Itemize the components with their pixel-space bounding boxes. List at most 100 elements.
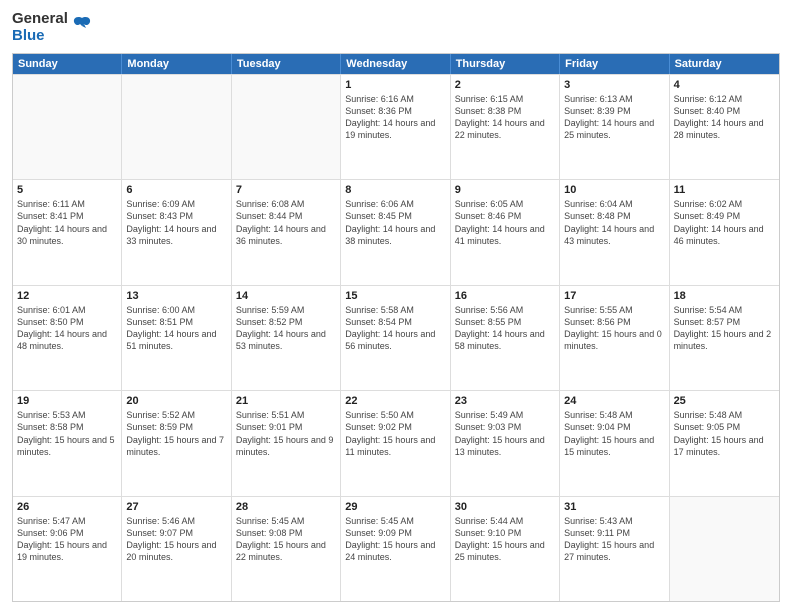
calendar-cell-5-6: 31Sunrise: 5:43 AM Sunset: 9:11 PM Dayli…	[560, 497, 669, 602]
day-number: 4	[674, 78, 775, 92]
day-number: 15	[345, 289, 445, 303]
day-number: 1	[345, 78, 445, 92]
day-info: Sunrise: 6:08 AM Sunset: 8:44 PM Dayligh…	[236, 198, 336, 247]
calendar-week-1: 1Sunrise: 6:16 AM Sunset: 8:36 PM Daylig…	[13, 74, 779, 180]
day-info: Sunrise: 5:55 AM Sunset: 8:56 PM Dayligh…	[564, 304, 664, 353]
calendar-cell-3-6: 17Sunrise: 5:55 AM Sunset: 8:56 PM Dayli…	[560, 286, 669, 391]
calendar-cell-5-7	[670, 497, 779, 602]
day-number: 3	[564, 78, 664, 92]
day-number: 22	[345, 394, 445, 408]
day-info: Sunrise: 5:48 AM Sunset: 9:05 PM Dayligh…	[674, 409, 775, 458]
calendar-cell-2-6: 10Sunrise: 6:04 AM Sunset: 8:48 PM Dayli…	[560, 180, 669, 285]
calendar-cell-4-6: 24Sunrise: 5:48 AM Sunset: 9:04 PM Dayli…	[560, 391, 669, 496]
day-number: 29	[345, 500, 445, 514]
day-info: Sunrise: 6:00 AM Sunset: 8:51 PM Dayligh…	[126, 304, 226, 353]
day-info: Sunrise: 6:11 AM Sunset: 8:41 PM Dayligh…	[17, 198, 117, 247]
day-info: Sunrise: 6:06 AM Sunset: 8:45 PM Dayligh…	[345, 198, 445, 247]
day-info: Sunrise: 5:52 AM Sunset: 8:59 PM Dayligh…	[126, 409, 226, 458]
calendar-cell-1-2	[122, 75, 231, 180]
logo: General Blue	[12, 10, 93, 45]
day-number: 11	[674, 183, 775, 197]
calendar-cell-4-5: 23Sunrise: 5:49 AM Sunset: 9:03 PM Dayli…	[451, 391, 560, 496]
day-number: 26	[17, 500, 117, 514]
header-tuesday: Tuesday	[232, 54, 341, 74]
day-info: Sunrise: 5:46 AM Sunset: 9:07 PM Dayligh…	[126, 515, 226, 564]
day-number: 8	[345, 183, 445, 197]
calendar-cell-4-4: 22Sunrise: 5:50 AM Sunset: 9:02 PM Dayli…	[341, 391, 450, 496]
calendar-cell-1-6: 3Sunrise: 6:13 AM Sunset: 8:39 PM Daylig…	[560, 75, 669, 180]
calendar-cell-5-2: 27Sunrise: 5:46 AM Sunset: 9:07 PM Dayli…	[122, 497, 231, 602]
day-number: 5	[17, 183, 117, 197]
day-number: 7	[236, 183, 336, 197]
day-number: 6	[126, 183, 226, 197]
day-info: Sunrise: 5:47 AM Sunset: 9:06 PM Dayligh…	[17, 515, 117, 564]
calendar-week-5: 26Sunrise: 5:47 AM Sunset: 9:06 PM Dayli…	[13, 496, 779, 602]
calendar-cell-2-7: 11Sunrise: 6:02 AM Sunset: 8:49 PM Dayli…	[670, 180, 779, 285]
day-number: 14	[236, 289, 336, 303]
calendar-week-3: 12Sunrise: 6:01 AM Sunset: 8:50 PM Dayli…	[13, 285, 779, 391]
day-info: Sunrise: 5:50 AM Sunset: 9:02 PM Dayligh…	[345, 409, 445, 458]
calendar-cell-2-3: 7Sunrise: 6:08 AM Sunset: 8:44 PM Daylig…	[232, 180, 341, 285]
calendar-cell-2-4: 8Sunrise: 6:06 AM Sunset: 8:45 PM Daylig…	[341, 180, 450, 285]
day-info: Sunrise: 6:16 AM Sunset: 8:36 PM Dayligh…	[345, 93, 445, 142]
day-number: 17	[564, 289, 664, 303]
calendar-cell-1-7: 4Sunrise: 6:12 AM Sunset: 8:40 PM Daylig…	[670, 75, 779, 180]
logo-text: General Blue	[12, 10, 68, 45]
day-number: 28	[236, 500, 336, 514]
day-number: 24	[564, 394, 664, 408]
calendar-cell-4-1: 19Sunrise: 5:53 AM Sunset: 8:58 PM Dayli…	[13, 391, 122, 496]
day-info: Sunrise: 5:49 AM Sunset: 9:03 PM Dayligh…	[455, 409, 555, 458]
logo-blue: Blue	[12, 27, 68, 44]
calendar-cell-1-1	[13, 75, 122, 180]
day-info: Sunrise: 5:43 AM Sunset: 9:11 PM Dayligh…	[564, 515, 664, 564]
day-info: Sunrise: 6:05 AM Sunset: 8:46 PM Dayligh…	[455, 198, 555, 247]
day-number: 2	[455, 78, 555, 92]
day-info: Sunrise: 5:44 AM Sunset: 9:10 PM Dayligh…	[455, 515, 555, 564]
logo-bird-icon	[71, 14, 93, 41]
day-number: 30	[455, 500, 555, 514]
day-info: Sunrise: 6:13 AM Sunset: 8:39 PM Dayligh…	[564, 93, 664, 142]
calendar-cell-5-1: 26Sunrise: 5:47 AM Sunset: 9:06 PM Dayli…	[13, 497, 122, 602]
calendar-cell-4-7: 25Sunrise: 5:48 AM Sunset: 9:05 PM Dayli…	[670, 391, 779, 496]
header-monday: Monday	[122, 54, 231, 74]
page-container: General Blue Sunday Monday Tuesday Wedne…	[0, 0, 792, 612]
day-number: 12	[17, 289, 117, 303]
day-info: Sunrise: 6:15 AM Sunset: 8:38 PM Dayligh…	[455, 93, 555, 142]
header-saturday: Saturday	[670, 54, 779, 74]
day-info: Sunrise: 5:45 AM Sunset: 9:08 PM Dayligh…	[236, 515, 336, 564]
calendar-cell-2-1: 5Sunrise: 6:11 AM Sunset: 8:41 PM Daylig…	[13, 180, 122, 285]
calendar-cell-3-3: 14Sunrise: 5:59 AM Sunset: 8:52 PM Dayli…	[232, 286, 341, 391]
day-info: Sunrise: 5:45 AM Sunset: 9:09 PM Dayligh…	[345, 515, 445, 564]
day-number: 21	[236, 394, 336, 408]
header-wednesday: Wednesday	[341, 54, 450, 74]
day-number: 23	[455, 394, 555, 408]
calendar-cell-5-4: 29Sunrise: 5:45 AM Sunset: 9:09 PM Dayli…	[341, 497, 450, 602]
calendar-cell-5-5: 30Sunrise: 5:44 AM Sunset: 9:10 PM Dayli…	[451, 497, 560, 602]
calendar-body: 1Sunrise: 6:16 AM Sunset: 8:36 PM Daylig…	[13, 74, 779, 602]
day-info: Sunrise: 6:12 AM Sunset: 8:40 PM Dayligh…	[674, 93, 775, 142]
day-info: Sunrise: 5:54 AM Sunset: 8:57 PM Dayligh…	[674, 304, 775, 353]
header-sunday: Sunday	[13, 54, 122, 74]
calendar-cell-1-4: 1Sunrise: 6:16 AM Sunset: 8:36 PM Daylig…	[341, 75, 450, 180]
day-number: 13	[126, 289, 226, 303]
calendar-cell-1-3	[232, 75, 341, 180]
day-number: 10	[564, 183, 664, 197]
calendar: Sunday Monday Tuesday Wednesday Thursday…	[12, 53, 780, 603]
day-number: 31	[564, 500, 664, 514]
day-info: Sunrise: 5:56 AM Sunset: 8:55 PM Dayligh…	[455, 304, 555, 353]
header-thursday: Thursday	[451, 54, 560, 74]
logo-general: General	[12, 10, 68, 27]
day-info: Sunrise: 6:09 AM Sunset: 8:43 PM Dayligh…	[126, 198, 226, 247]
day-info: Sunrise: 5:51 AM Sunset: 9:01 PM Dayligh…	[236, 409, 336, 458]
header: General Blue	[12, 10, 780, 45]
day-info: Sunrise: 5:48 AM Sunset: 9:04 PM Dayligh…	[564, 409, 664, 458]
day-number: 16	[455, 289, 555, 303]
calendar-cell-3-4: 15Sunrise: 5:58 AM Sunset: 8:54 PM Dayli…	[341, 286, 450, 391]
day-info: Sunrise: 5:58 AM Sunset: 8:54 PM Dayligh…	[345, 304, 445, 353]
calendar-cell-3-5: 16Sunrise: 5:56 AM Sunset: 8:55 PM Dayli…	[451, 286, 560, 391]
day-info: Sunrise: 6:02 AM Sunset: 8:49 PM Dayligh…	[674, 198, 775, 247]
calendar-week-4: 19Sunrise: 5:53 AM Sunset: 8:58 PM Dayli…	[13, 390, 779, 496]
calendar-cell-2-5: 9Sunrise: 6:05 AM Sunset: 8:46 PM Daylig…	[451, 180, 560, 285]
day-info: Sunrise: 5:59 AM Sunset: 8:52 PM Dayligh…	[236, 304, 336, 353]
day-info: Sunrise: 5:53 AM Sunset: 8:58 PM Dayligh…	[17, 409, 117, 458]
